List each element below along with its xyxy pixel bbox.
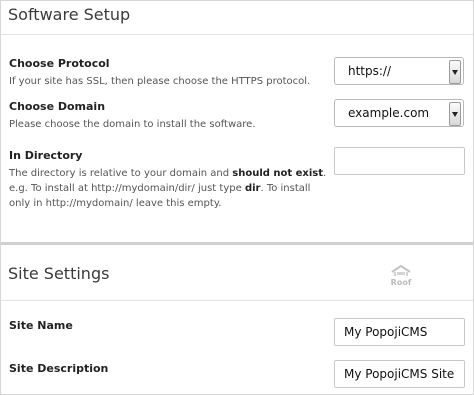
site-description-field[interactable] [334,360,465,388]
domain-label: Choose Domain [9,100,106,113]
section-separator [1,242,473,245]
section-divider [1,34,473,35]
chevron-down-icon [449,60,461,84]
site-description-input[interactable] [344,362,462,386]
site-description-label: Site Description [9,362,109,375]
protocol-select[interactable]: https:// [334,57,464,85]
roof-logo: Roof [389,263,413,287]
directory-field[interactable] [334,147,465,175]
section-divider [1,300,473,301]
domain-selected-value: example.com [348,106,430,120]
logo-wordmark: Roof [391,278,412,287]
software-setup-title: Software Setup [8,5,131,24]
site-name-field[interactable] [334,318,465,346]
site-name-input[interactable] [344,320,462,344]
protocol-label: Choose Protocol [9,57,110,70]
domain-description: Please choose the domain to install the … [9,119,256,130]
directory-desc-text: The directory is relative to your domain… [9,168,233,179]
protocol-selected-value: https:// [348,64,392,78]
domain-select[interactable]: example.com [334,99,464,127]
site-name-label: Site Name [9,319,73,332]
directory-desc-emphasis: should not exist [232,168,324,179]
site-settings-title: Site Settings [8,264,110,283]
protocol-description: If your site has SSL, then please choose… [9,76,311,87]
directory-input[interactable] [344,149,462,173]
directory-desc-emphasis: dir [244,183,261,194]
chevron-down-icon [449,102,461,126]
directory-label: In Directory [9,149,83,162]
directory-description: The directory is relative to your domain… [9,166,329,211]
